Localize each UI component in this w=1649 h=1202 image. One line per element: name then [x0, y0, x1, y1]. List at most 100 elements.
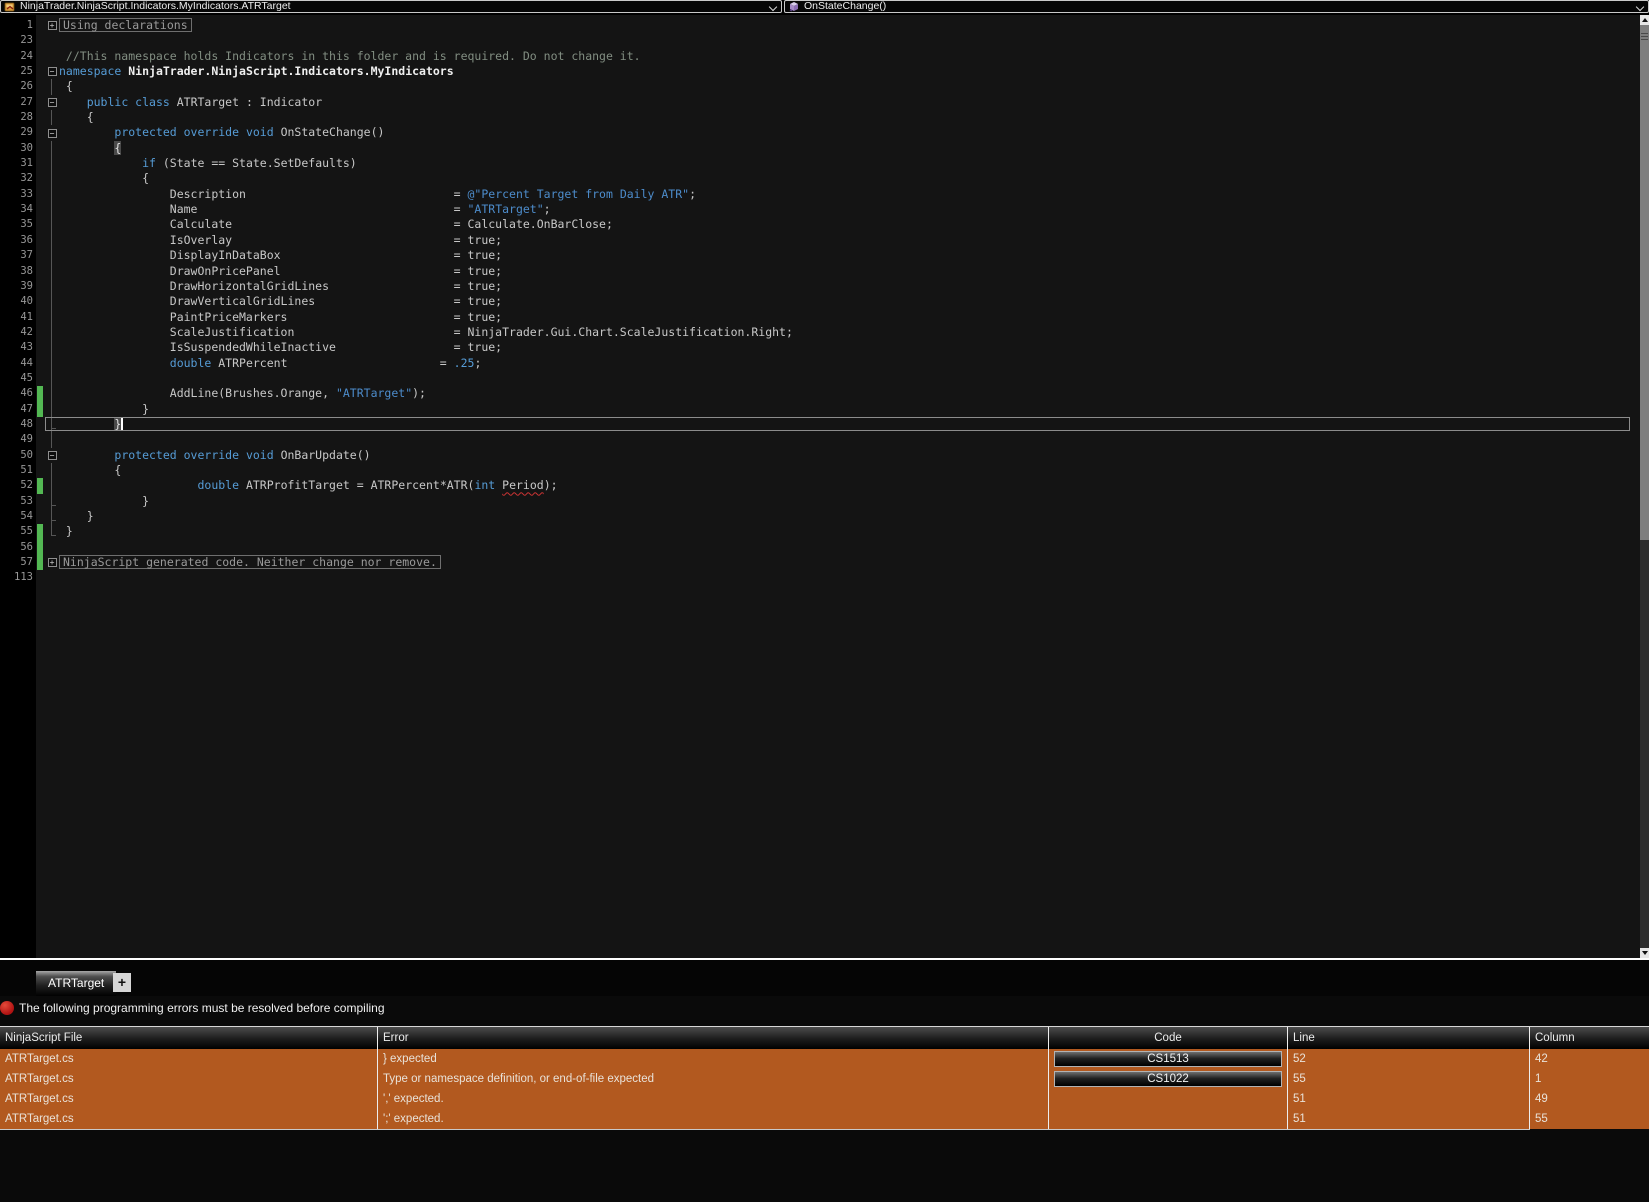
column-header-error[interactable]: Error: [378, 1027, 1049, 1049]
line-number: 57: [20, 556, 33, 569]
line-number: 32: [20, 172, 33, 185]
code-line[interactable]: 44 double ATRPercent = .25;: [0, 355, 1640, 372]
code-line[interactable]: 50 − protected override void OnBarUpdate(…: [0, 448, 1640, 463]
member-selector-dropdown[interactable]: ✦ OnStateChange(): [784, 0, 1649, 13]
code-line[interactable]: 52 double ATRProfitTarget = ATRPercent*A…: [0, 478, 1640, 495]
code-line[interactable]: 48 }: [0, 416, 1640, 433]
vertical-scrollbar[interactable]: [1640, 15, 1649, 958]
type-selector-label: NinjaTrader.NinjaScript.Indicators.MyInd…: [20, 1, 291, 12]
code-line[interactable]: 51 {: [0, 462, 1640, 479]
error-row[interactable]: ATRTarget.cs Type or namespace definition…: [0, 1069, 1649, 1089]
code-line[interactable]: 37 DisplayInDataBox = true;: [0, 248, 1640, 264]
code-line[interactable]: 55 }: [0, 524, 1640, 540]
current-line-highlight: [45, 416, 1630, 432]
collapsed-region-box[interactable]: NinjaScript generated code. Neither chan…: [59, 555, 441, 570]
code-editor[interactable]: 1 + Using declarations 23 24 //This namespac…: [0, 15, 1649, 958]
code-line[interactable]: 54 }: [0, 509, 1640, 525]
line-number: 34: [20, 203, 33, 216]
code-line[interactable]: 24 //This namespace holds Indicators in …: [0, 49, 1640, 64]
code-line[interactable]: 53 }: [0, 493, 1640, 510]
compile-errors-panel: The following programming errors must be…: [0, 996, 1649, 1202]
error-row[interactable]: ATRTarget.cs} expected CS1513 52 42: [0, 1049, 1649, 1069]
code-line[interactable]: 38 DrawOnPricePanel = true;: [0, 263, 1640, 280]
code-line[interactable]: 26 {: [0, 79, 1640, 96]
change-tracking-bar: [37, 386, 43, 402]
code-line[interactable]: 49: [0, 432, 1640, 448]
code-line[interactable]: 31 if (State == State.SetDefaults): [0, 156, 1640, 172]
line-number: 40: [20, 295, 33, 308]
code-text: protected override void OnBarUpdate(): [114, 447, 371, 462]
collapsed-region-box[interactable]: Using declarations: [59, 18, 192, 32]
code-line[interactable]: 30 {: [0, 140, 1640, 157]
error-text-cell: ',' expected.: [378, 1089, 1049, 1109]
code-line[interactable]: 41 PaintPriceMarkers = true;: [0, 309, 1640, 326]
line-number: 23: [20, 34, 33, 47]
column-header-ninjascript-file[interactable]: NinjaScript File: [0, 1027, 378, 1049]
error-row[interactable]: ATRTarget.cs ',' expected. 51 49: [0, 1089, 1649, 1109]
error-file-cell: ATRTarget.cs: [0, 1069, 378, 1089]
code-line[interactable]: 57 + NinjaScript generated code. Neither c…: [0, 555, 1640, 571]
line-number: 25: [20, 65, 33, 78]
error-row[interactable]: ATRTarget.cs ';' expected. 51 55: [0, 1109, 1649, 1129]
code-line[interactable]: 45: [0, 370, 1640, 387]
code-line[interactable]: 33 Description = @"Percent Target from D…: [0, 186, 1640, 203]
tab-atrtarget[interactable]: ATRTarget: [36, 971, 117, 996]
fold-expand-icon[interactable]: +: [47, 558, 57, 568]
scrollbar-thumb[interactable]: [1640, 25, 1649, 540]
fold-guide-line: [45, 156, 59, 172]
line-number: 30: [20, 141, 33, 154]
fold-collapse-icon[interactable]: −: [47, 67, 57, 77]
code-text: double ATRProfitTarget = ATRPercent*ATR(…: [197, 478, 558, 493]
code-line[interactable]: 39 DrawHorizontalGridLines = true;: [0, 278, 1640, 295]
type-selector-dropdown[interactable]: NinjaTrader.NinjaScript.Indicators.MyInd…: [0, 0, 782, 13]
fold-collapse-icon[interactable]: −: [47, 450, 57, 460]
error-code-badge[interactable]: CS1022: [1054, 1071, 1282, 1087]
compile-error-message: The following programming errors must be…: [19, 1001, 385, 1015]
error-column-cell: 49: [1535, 1093, 1548, 1105]
code-line[interactable]: 56: [0, 539, 1640, 556]
change-tracking-bar: [37, 539, 43, 556]
code-line[interactable]: 23: [0, 33, 1640, 48]
line-number: 49: [20, 433, 33, 446]
code-text: }: [59, 509, 94, 523]
line-number: 24: [20, 49, 33, 62]
error-code-badge[interactable]: CS1513: [1054, 1051, 1282, 1067]
code-line[interactable]: 29 − protected override void OnStateChang…: [0, 125, 1640, 140]
code-line[interactable]: 47 }: [0, 401, 1640, 418]
code-line[interactable]: 1 + Using declarations: [0, 18, 1640, 33]
code-line[interactable]: 25 − namespace NinjaTrader.NinjaScript.Ind…: [0, 64, 1640, 79]
fold-guide-line: [45, 524, 59, 539]
code-line[interactable]: 27 − public class ATRTarget : Indicator: [0, 95, 1640, 110]
column-header-code[interactable]: Code: [1049, 1027, 1288, 1049]
column-header-line[interactable]: Line: [1288, 1027, 1530, 1049]
code-text: {: [114, 140, 122, 155]
fold-expand-icon[interactable]: +: [47, 21, 57, 31]
code-text: Using declarations: [59, 18, 192, 33]
code-line[interactable]: 43 IsSuspendedWhileInactive = true;: [0, 340, 1640, 356]
code-text: Name = "ATRTarget";: [59, 202, 551, 217]
code-line[interactable]: 36 IsOverlay = true;: [0, 232, 1640, 249]
column-header-column[interactable]: Column: [1530, 1027, 1649, 1049]
fold-guide-line: [45, 478, 59, 495]
fold-guide-line: [45, 171, 59, 188]
scroll-up-button[interactable]: [1640, 15, 1649, 25]
new-tab-button[interactable]: +: [113, 973, 131, 992]
scroll-down-button[interactable]: [1640, 948, 1649, 958]
code-line[interactable]: 28 {: [0, 110, 1640, 126]
fold-guide-line: [45, 232, 59, 249]
fold-collapse-icon[interactable]: −: [47, 97, 57, 107]
code-line[interactable]: 46 AddLine(Brushes.Orange, "ATRTarget");: [0, 386, 1640, 402]
code-line[interactable]: 32 {: [0, 171, 1640, 188]
error-icon: [0, 1001, 14, 1015]
code-line[interactable]: 35 Calculate = Calculate.OnBarClose;: [0, 217, 1640, 234]
code-line[interactable]: 34 Name = "ATRTarget";: [0, 202, 1640, 218]
error-line-cell: 51: [1288, 1109, 1530, 1129]
code-line[interactable]: 113: [0, 570, 1640, 585]
code-line[interactable]: 40 DrawVerticalGridLines = true;: [0, 294, 1640, 310]
error-line-cell: 52: [1288, 1049, 1530, 1069]
compile-error-banner: The following programming errors must be…: [0, 1000, 385, 1016]
error-file-cell: ATRTarget.cs: [0, 1089, 378, 1109]
fold-guide-line: [45, 324, 59, 341]
code-line[interactable]: 42 ScaleJustification = NinjaTrader.Gui.…: [0, 324, 1640, 341]
fold-collapse-icon[interactable]: −: [47, 128, 57, 138]
